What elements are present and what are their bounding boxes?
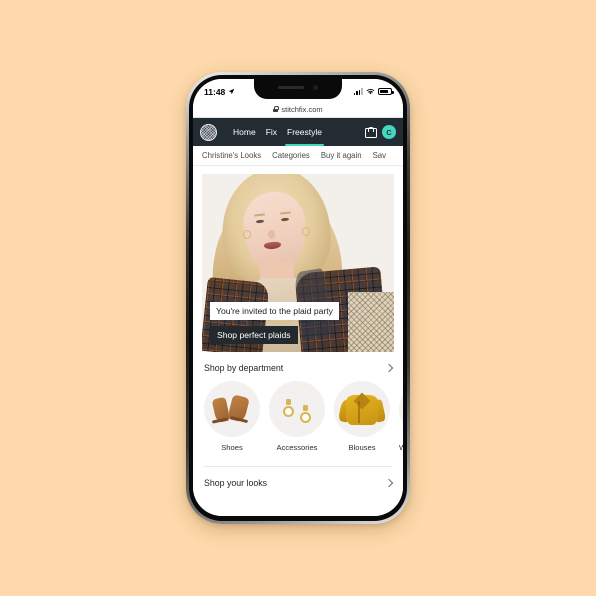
stitch-fix-logo[interactable]	[200, 123, 217, 141]
lock-icon	[273, 106, 280, 112]
department-item-blouses[interactable]: Blouses	[334, 381, 390, 452]
hero-headline: You're invited to the plaid party	[210, 302, 339, 320]
device-notch	[254, 79, 342, 99]
hoop-earrings-icon	[269, 381, 325, 437]
avatar[interactable]: C	[382, 125, 396, 139]
department-label: W	[399, 443, 403, 452]
device-bezel: 11:48 stitchfix.com Home Fix Freestyle C…	[189, 75, 407, 521]
chevron-right-icon[interactable]	[384, 363, 394, 373]
page-content: You're invited to the plaid party Shop p…	[193, 166, 403, 516]
department-list: Shoes Accessories Blouses W	[193, 381, 403, 452]
hero-cta-button[interactable]: Shop perfect plaids	[210, 326, 298, 344]
sub-nav-item-saved[interactable]: Sav	[373, 151, 386, 160]
department-item-accessories[interactable]: Accessories	[269, 381, 325, 452]
sub-nav-item-christines-looks[interactable]: Christine's Looks	[202, 151, 261, 160]
shop-by-department-title: Shop by department	[204, 363, 284, 373]
partial-category-icon	[399, 381, 403, 437]
site-header: Home Fix Freestyle C	[193, 118, 403, 146]
ankle-boots-icon	[204, 381, 260, 437]
sub-nav: Christine's Looks Categories Buy it agai…	[193, 146, 403, 166]
status-bar-time: 11:48	[204, 86, 226, 97]
department-label: Blouses	[348, 443, 376, 452]
department-item-shoes[interactable]: Shoes	[204, 381, 260, 452]
nav-link-home[interactable]: Home	[233, 118, 256, 146]
sub-nav-item-buy-it-again[interactable]: Buy it again	[321, 151, 362, 160]
status-bar-right	[353, 85, 394, 95]
phone-screen: 11:48 stitchfix.com Home Fix Freestyle C…	[193, 79, 403, 516]
wifi-icon	[366, 88, 375, 95]
department-item-partial[interactable]: W	[399, 381, 403, 452]
front-camera	[313, 85, 318, 90]
chevron-right-icon[interactable]	[384, 478, 394, 488]
yellow-blouse-icon	[334, 381, 390, 437]
shop-your-looks-header[interactable]: Shop your looks	[193, 467, 403, 488]
shop-by-department-header[interactable]: Shop by department	[193, 352, 403, 381]
main-nav: Home Fix Freestyle	[233, 118, 324, 146]
nav-link-fix[interactable]: Fix	[266, 118, 277, 146]
status-bar-left: 11:48	[204, 84, 235, 97]
url-text: stitchfix.com	[281, 104, 323, 114]
earpiece-speaker	[278, 86, 304, 89]
department-label: Shoes	[221, 443, 243, 452]
battery-icon	[378, 88, 394, 95]
location-arrow-icon	[228, 88, 235, 95]
hero-banner[interactable]: You're invited to the plaid party Shop p…	[202, 174, 394, 352]
nav-link-freestyle[interactable]: Freestyle	[285, 118, 324, 146]
sub-nav-item-categories[interactable]: Categories	[272, 151, 310, 160]
browser-url-bar[interactable]: stitchfix.com	[193, 101, 403, 118]
header-actions: C	[365, 125, 396, 139]
department-label: Accessories	[276, 443, 318, 452]
cellular-signal-icon	[353, 88, 363, 95]
shopping-bag-icon[interactable]	[365, 126, 377, 138]
shop-your-looks-title: Shop your looks	[204, 478, 268, 488]
iphone-device: 11:48 stitchfix.com Home Fix Freestyle C…	[186, 72, 410, 524]
